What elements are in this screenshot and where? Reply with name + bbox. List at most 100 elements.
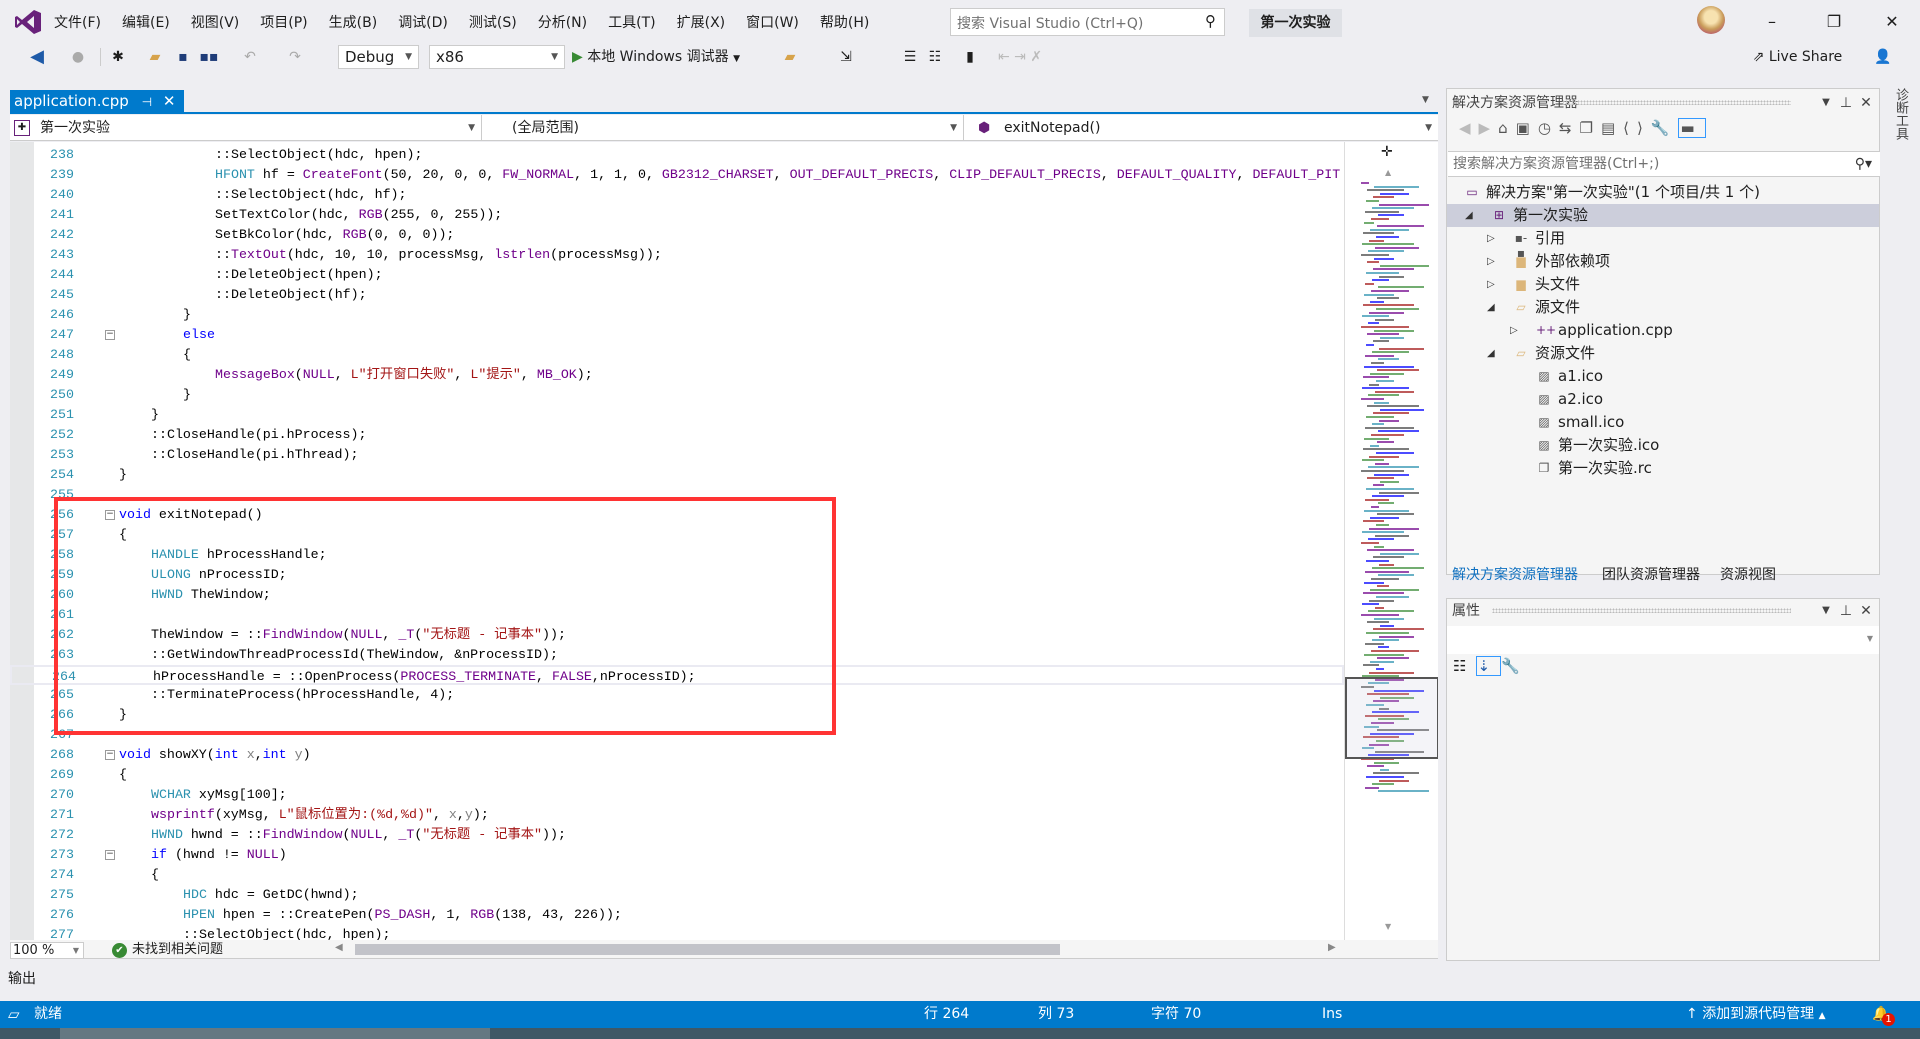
bookmark-icon[interactable]: ▮: [962, 45, 978, 69]
find-in-files-icon[interactable]: ▰: [780, 45, 800, 69]
split-icon[interactable]: ✛: [1381, 144, 1393, 160]
new-project-icon[interactable]: ✱: [108, 45, 128, 69]
back-icon[interactable]: ◀: [1459, 119, 1479, 137]
alphabetical-icon[interactable]: ⇣: [1476, 656, 1502, 676]
forward-icon[interactable]: ●: [68, 45, 88, 69]
tree-item[interactable]: ▷ ▆ 头文件: [1447, 273, 1879, 296]
tree-item[interactable]: ▨ small.ico: [1447, 411, 1879, 434]
output-tab[interactable]: 输出: [8, 968, 36, 988]
code-line[interactable]: 253::CloseHandle(pi.hThread);: [10, 445, 1344, 465]
minimap-scrollbar[interactable]: ✛ ▲ ▼: [1344, 142, 1438, 940]
collapse-all-icon[interactable]: ❐: [1579, 119, 1600, 137]
bookmark-nav-icons[interactable]: ⇤ ⇥ ✗: [990, 45, 1050, 69]
close-window-button[interactable]: ✕: [1872, 8, 1912, 36]
menu-item[interactable]: 视图(V): [189, 12, 251, 34]
code-line[interactable]: 250}: [10, 385, 1344, 405]
code-line[interactable]: 242 SetBkColor(hdc, RGB(0, 0, 0));: [10, 225, 1344, 245]
solution-search-input[interactable]: 搜索解决方案资源管理器(Ctrl+;) ⚲▾: [1448, 151, 1880, 177]
zoom-select[interactable]: 100 % ▼: [10, 942, 84, 959]
collapse-icon[interactable]: −: [105, 750, 115, 760]
collapse-icon[interactable]: −: [105, 850, 115, 860]
menu-item[interactable]: 编辑(E): [120, 12, 181, 34]
menu-item[interactable]: 窗口(W): [744, 12, 810, 34]
pin-icon[interactable]: ⊣: [142, 95, 152, 109]
undo-icon[interactable]: ↶: [240, 45, 260, 69]
code-line[interactable]: 243::TextOut(hdc, 10, 10, processMsg, ls…: [10, 245, 1344, 265]
start-debugging-button[interactable]: ▶ 本地 Windows 调试器 ▼: [572, 45, 767, 69]
code-line[interactable]: 268− void showXY(int x,int y): [10, 745, 1344, 765]
pin-icon[interactable]: ⊥: [1837, 599, 1855, 623]
code-line[interactable]: 245::DeleteObject(hf);: [10, 285, 1344, 305]
code-line[interactable]: 254}: [10, 465, 1344, 485]
dropdown-icon[interactable]: ▼: [1817, 91, 1835, 115]
tree-item[interactable]: ▷ ▆ 外部依赖项: [1447, 250, 1879, 273]
code-line[interactable]: 248 {: [10, 345, 1344, 365]
minimize-button[interactable]: –: [1752, 8, 1792, 36]
code-line[interactable]: 240::SelectObject(hdc, hf);: [10, 185, 1344, 205]
menu-item[interactable]: 分析(N): [536, 12, 598, 34]
uncomment-icon[interactable]: ☷: [925, 45, 945, 69]
close-icon[interactable]: ✕: [1857, 599, 1875, 623]
code-view-icon[interactable]: ⟨⟩: [1623, 119, 1651, 137]
code-line[interactable]: 252::CloseHandle(pi.hProcess);: [10, 425, 1344, 445]
scroll-right-icon[interactable]: ▶: [1328, 942, 1336, 953]
object-select[interactable]: ▼: [1447, 626, 1879, 654]
restore-button[interactable]: ❐: [1814, 8, 1854, 36]
tree-item[interactable]: ◢ ▱ 源文件: [1447, 296, 1879, 319]
search-input[interactable]: 搜索 Visual Studio (Ctrl+Q) ⚲: [950, 8, 1225, 36]
code-line[interactable]: 270 WCHAR xyMsg[100];: [10, 785, 1344, 805]
save-all-icon[interactable]: ▪▪: [198, 45, 220, 69]
save-icon[interactable]: ▪: [174, 45, 192, 69]
collapsed-arrow-icon[interactable]: ▷: [1487, 273, 1495, 296]
scroll-up-icon[interactable]: ▲: [1385, 168, 1391, 177]
property-pages-icon[interactable]: 🔧: [1501, 657, 1530, 675]
expanded-arrow-icon[interactable]: ◢: [1487, 342, 1495, 365]
tree-item[interactable]: ▷ ++ application.cpp: [1447, 319, 1879, 342]
configuration-select[interactable]: Debug ▼: [338, 45, 419, 69]
code-line[interactable]: 239 HFONT hf = CreateFont(50, 20, 0, 0, F…: [10, 165, 1344, 185]
close-tab-icon[interactable]: ✕: [163, 92, 176, 110]
code-line[interactable]: 244::DeleteObject(hpen);: [10, 265, 1344, 285]
code-line[interactable]: 271 wsprintf(xyMsg, L"鼠标位置为:(%d,%d)", x,y…: [10, 805, 1344, 825]
pin-icon[interactable]: ⊥: [1837, 91, 1855, 115]
project-dropdown[interactable]: ✚ 第一次实验 ▼: [10, 115, 482, 141]
properties-wrench-icon[interactable]: 🔧: [1651, 119, 1678, 137]
menu-item[interactable]: 帮助(H): [818, 12, 880, 34]
switch-views-icon[interactable]: ▣: [1516, 119, 1538, 137]
step-icon[interactable]: ⇲: [836, 45, 856, 69]
tree-item[interactable]: ▭ 解决方案"第一次实验"(1 个项目/共 1 个): [1447, 181, 1879, 204]
tree-item[interactable]: ▨ 第一次实验.ico: [1447, 434, 1879, 457]
tree-item[interactable]: ❐ 第一次实验.rc: [1447, 457, 1879, 480]
live-share-button[interactable]: ⇗ Live Share: [1745, 45, 1850, 69]
home-icon[interactable]: ⌂: [1498, 119, 1516, 137]
scope-dropdown[interactable]: (全局范围) ▼: [488, 115, 964, 141]
menu-item[interactable]: 项目(P): [258, 12, 318, 34]
diagnostic-tools-tab[interactable]: 诊断工具: [1890, 88, 1910, 140]
notifications-button[interactable]: 🔔 1: [1872, 1001, 1895, 1028]
avatar[interactable]: [1697, 6, 1725, 34]
expanded-arrow-icon[interactable]: ◢: [1465, 204, 1473, 227]
tree-item[interactable]: ▨ a2.ico: [1447, 388, 1879, 411]
menu-item[interactable]: 文件(F): [52, 12, 112, 34]
tab-team-explorer[interactable]: 团队资源管理器: [1602, 563, 1700, 587]
code-line[interactable]: 246}: [10, 305, 1344, 325]
open-file-icon[interactable]: ▰: [145, 45, 165, 69]
show-all-files-icon[interactable]: ▤: [1601, 119, 1623, 137]
preview-icon[interactable]: ▬: [1677, 118, 1706, 138]
code-line[interactable]: 275 HDC hdc = GetDC(hwnd);: [10, 885, 1344, 905]
collapsed-arrow-icon[interactable]: ▷: [1487, 250, 1495, 273]
code-line[interactable]: 269 {: [10, 765, 1344, 785]
code-line[interactable]: 276 HPEN hpen = ::CreatePen(PS_DASH, 1, R…: [10, 905, 1344, 925]
minimap-viewport[interactable]: [1345, 677, 1438, 759]
tab-application-cpp[interactable]: application.cpp ⊣ ✕: [10, 90, 184, 113]
tab-solution-explorer[interactable]: 解决方案资源管理器: [1452, 563, 1578, 587]
feedback-icon[interactable]: 👤: [1872, 45, 1894, 69]
sync-icon[interactable]: ⇆: [1559, 119, 1580, 137]
tree-item[interactable]: ◢ ⊞ 第一次实验: [1447, 204, 1879, 227]
source-control-button[interactable]: ↑ 添加到源代码管理 ▲: [1686, 1001, 1826, 1030]
tab-overflow-icon[interactable]: ▼: [1422, 95, 1429, 105]
collapsed-arrow-icon[interactable]: ▷: [1487, 227, 1495, 250]
code-line[interactable]: 241 SetTextColor(hdc, RGB(255, 0, 255));: [10, 205, 1344, 225]
scroll-down-icon[interactable]: ▼: [1385, 922, 1391, 931]
code-line[interactable]: 249 MessageBox(NULL, L"打开窗口失败", L"提示", MB…: [10, 365, 1344, 385]
